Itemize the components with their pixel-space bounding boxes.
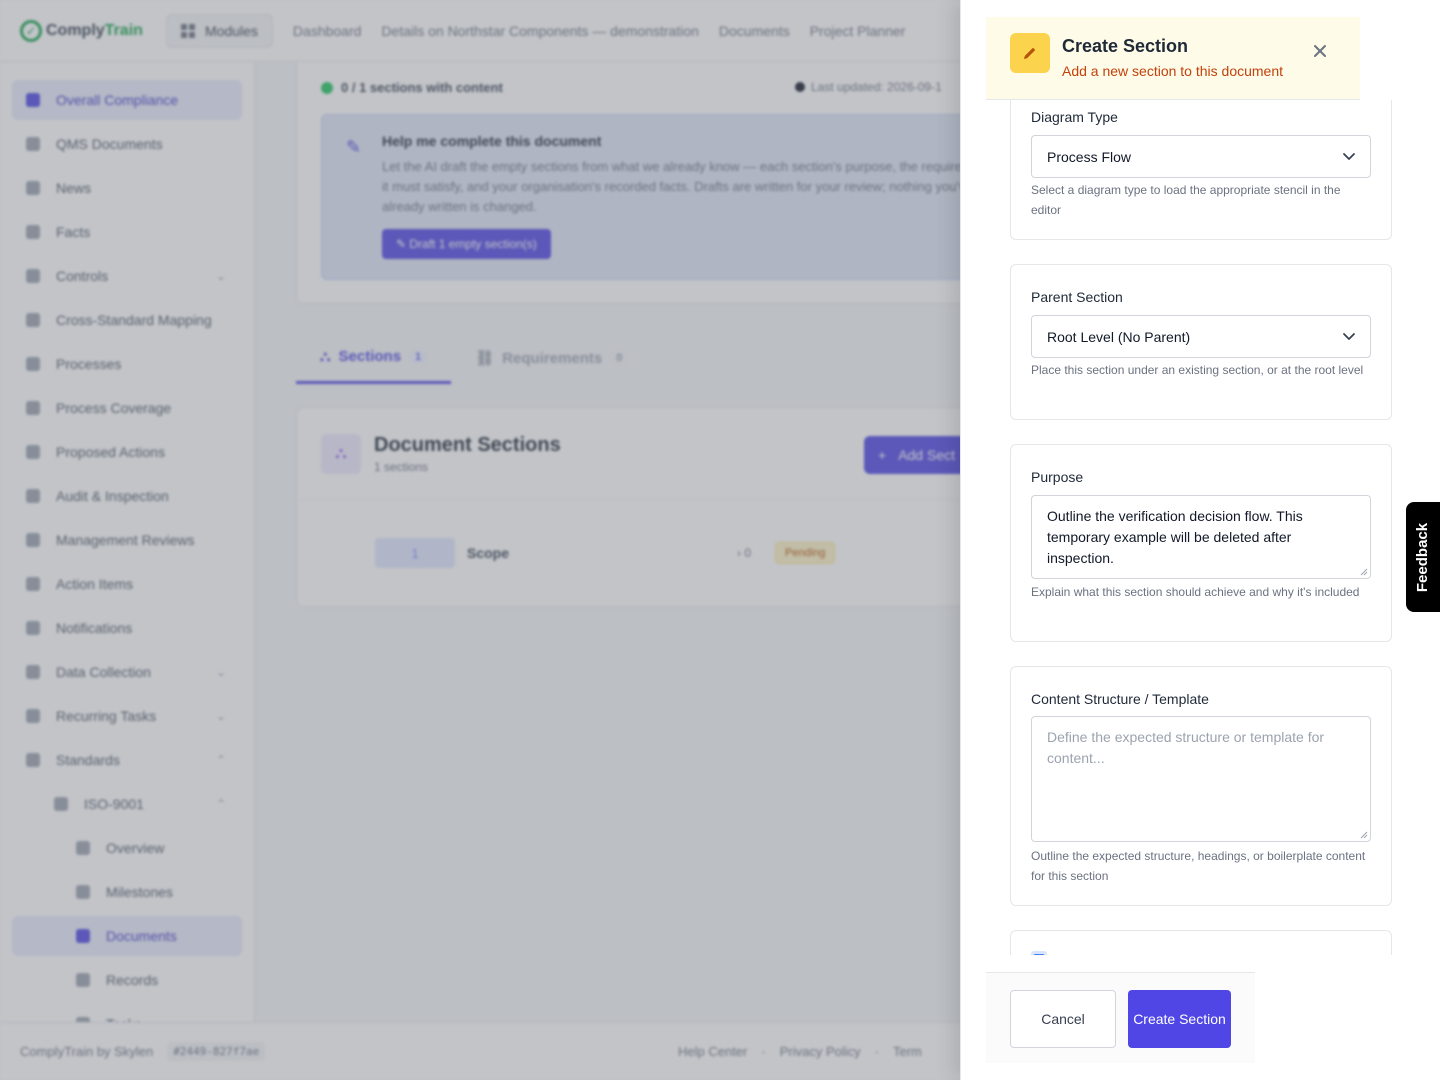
content-structure-textarea[interactable]: Define the expected structure or templat…	[1031, 716, 1371, 842]
drawer-footer: Cancel Create Section	[986, 972, 1255, 1063]
parent-section-select[interactable]: Root Level (No Parent)	[1031, 315, 1371, 358]
content-structure-placeholder: Define the expected structure or templat…	[1047, 729, 1325, 766]
parent-section-label: Parent Section	[1031, 289, 1123, 305]
checkbox-option-card	[1010, 930, 1392, 955]
purpose-help: Explain what this section should achieve…	[1031, 585, 1360, 599]
close-icon	[1314, 45, 1326, 57]
drawer-header: Create Section Add a new section to this…	[986, 17, 1360, 100]
drawer-form: Diagram Type Process Flow Select a diagr…	[961, 100, 1440, 955]
diagram-type-value: Process Flow	[1047, 148, 1132, 165]
diagram-type-help: Select a diagram type to load the approp…	[1031, 183, 1341, 217]
content-structure-label: Content Structure / Template	[1031, 691, 1209, 707]
purpose-card: Purpose Outline the verification decisio…	[1010, 444, 1392, 642]
content-structure-help: Outline the expected structure, headings…	[1031, 849, 1366, 883]
parent-section-card: Parent Section Root Level (No Parent) Pl…	[1010, 264, 1392, 420]
diagram-type-card: Diagram Type Process Flow Select a diagr…	[1010, 100, 1392, 240]
purpose-value: Outline the verification decision flow. …	[1047, 508, 1303, 566]
resize-handle-icon[interactable]	[1360, 831, 1368, 839]
checkbox[interactable]	[1031, 951, 1047, 955]
diagram-type-select[interactable]: Process Flow	[1031, 135, 1371, 178]
feedback-tab[interactable]: Feedback	[1406, 502, 1440, 612]
create-section-button[interactable]: Create Section	[1128, 990, 1231, 1048]
chevron-down-icon	[1343, 333, 1355, 340]
chevron-down-icon	[1343, 153, 1355, 160]
create-section-label: Create Section	[1133, 1010, 1226, 1027]
purpose-textarea[interactable]: Outline the verification decision flow. …	[1031, 495, 1371, 579]
parent-section-value: Root Level (No Parent)	[1047, 328, 1191, 345]
drawer-title: Create Section	[1062, 36, 1189, 56]
cancel-button[interactable]: Cancel	[1010, 990, 1116, 1048]
feedback-label: Feedback	[1414, 522, 1432, 592]
pencil-icon	[1010, 33, 1050, 73]
content-structure-card: Content Structure / Template Define the …	[1010, 666, 1392, 906]
drawer-subtitle: Add a new section to this document	[1062, 63, 1284, 79]
create-section-drawer: Create Section Add a new section to this…	[960, 0, 1440, 1080]
parent-section-help: Place this section under an existing sec…	[1031, 363, 1364, 377]
purpose-label: Purpose	[1031, 469, 1084, 485]
resize-handle-icon[interactable]	[1360, 568, 1368, 576]
diagram-type-label: Diagram Type	[1031, 109, 1118, 125]
close-button[interactable]	[1308, 39, 1332, 63]
